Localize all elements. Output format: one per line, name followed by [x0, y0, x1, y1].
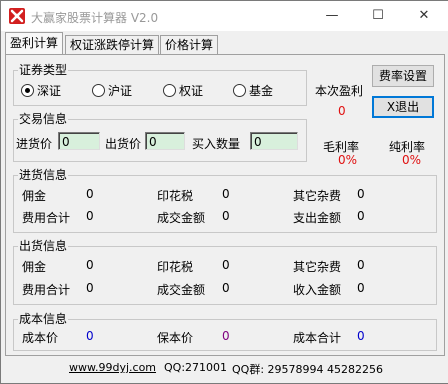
- maximize-icon[interactable]: ☐: [355, 1, 401, 31]
- radio-shanghai-label: 沪证: [108, 84, 133, 98]
- radio-warrant[interactable]: [163, 84, 176, 97]
- radio-fund[interactable]: [233, 84, 246, 97]
- trade-group: 交易信息 进货价 0 出货价 0 买入数量 0: [13, 112, 307, 162]
- sell-commission-label: 佣金: [22, 260, 47, 274]
- buy-other-fees-value: 0: [357, 187, 365, 201]
- buy-price-input[interactable]: 0: [58, 132, 100, 150]
- buy-info-title: 进货信息: [18, 168, 69, 182]
- profit-label: 本次盈利: [315, 84, 364, 98]
- sell-info-group: 出货信息 佣金 0 印花税 0 其它杂费 0 费用合计 0 成交金额 0 收入金…: [13, 239, 437, 305]
- minimize-icon[interactable]: —: [309, 1, 355, 31]
- app-window: 大赢家股票计算器 V2.0 — ☐ ✕ 盈利计算 权证涨跌停计算 价格计算 证券…: [0, 0, 448, 384]
- securities-group-title: 证券类型: [18, 63, 69, 77]
- buy-info-group: 进货信息 佣金 0 印花税 0 其它杂费 0 费用合计 0 成交金额 0 支出金…: [13, 168, 437, 233]
- buy-stamp-value: 0: [222, 187, 230, 201]
- qq-group-numbers: QQ群: 29578994 45282256: [232, 363, 383, 376]
- fee-settings-button[interactable]: 费率设置: [372, 65, 434, 87]
- sell-fee-total-label: 费用合计: [22, 283, 71, 297]
- buy-price-label: 进货价: [16, 137, 53, 151]
- sell-price-label: 出货价: [105, 137, 142, 151]
- buy-deal-amount-value: 0: [222, 209, 230, 223]
- buy-fee-total-value: 0: [86, 209, 94, 223]
- sell-fee-total-value: 0: [86, 281, 94, 295]
- cost-price-label: 成本价: [22, 331, 59, 345]
- radio-fund-label: 基金: [249, 84, 274, 98]
- tab-price-calc[interactable]: 价格计算: [160, 35, 219, 54]
- gross-margin-value: 0%: [338, 153, 358, 167]
- sell-info-title: 出货信息: [18, 239, 69, 253]
- radio-shenzhen[interactable]: [21, 84, 34, 97]
- sell-commission-value: 0: [86, 258, 94, 272]
- exit-button[interactable]: X退出: [372, 96, 434, 118]
- trade-group-title: 交易信息: [18, 112, 69, 126]
- sell-deal-amount-value: 0: [222, 281, 230, 295]
- app-logo-icon: [9, 8, 25, 24]
- buy-stamp-label: 印花税: [157, 189, 194, 203]
- breakeven-price-value: 0: [222, 329, 230, 343]
- radio-warrant-label: 权证: [179, 84, 204, 98]
- cost-total-value: 0: [357, 329, 365, 343]
- radio-shanghai[interactable]: [92, 84, 105, 97]
- buy-commission-label: 佣金: [22, 189, 47, 203]
- securities-group: 证券类型 深证 沪证 权证 基金: [13, 63, 307, 106]
- sell-stamp-label: 印花税: [157, 260, 194, 274]
- quantity-input[interactable]: 0: [250, 132, 298, 150]
- website-link[interactable]: www.99dyj.com: [69, 361, 156, 374]
- sell-price-input[interactable]: 0: [145, 132, 185, 150]
- radio-shenzhen-label: 深证: [37, 84, 62, 98]
- buy-fee-total-label: 费用合计: [22, 211, 71, 225]
- profit-value: 0: [338, 104, 346, 118]
- buy-pay-amount-label: 支出金额: [293, 211, 342, 225]
- buy-other-fees-label: 其它杂费: [293, 189, 342, 203]
- window-title: 大赢家股票计算器 V2.0: [31, 11, 159, 25]
- close-icon[interactable]: ✕: [401, 1, 447, 31]
- title-bar[interactable]: 大赢家股票计算器 V2.0 — ☐ ✕: [1, 1, 448, 31]
- tab-warrant-limit-calc[interactable]: 权证涨跌停计算: [65, 35, 160, 54]
- sell-other-fees-label: 其它杂费: [293, 260, 342, 274]
- cost-info-title: 成本信息: [18, 312, 69, 326]
- buy-deal-amount-label: 成交金额: [157, 211, 206, 225]
- buy-pay-amount-value: 0: [357, 209, 365, 223]
- cost-price-value: 0: [86, 329, 94, 343]
- sell-deal-amount-label: 成交金额: [157, 283, 206, 297]
- cost-total-label: 成本合计: [293, 331, 342, 345]
- sell-stamp-value: 0: [222, 258, 230, 272]
- net-margin-value: 0%: [402, 153, 422, 167]
- tab-profit-calc[interactable]: 盈利计算: [5, 32, 64, 54]
- sell-income-amount-value: 0: [357, 281, 365, 295]
- breakeven-price-label: 保本价: [157, 331, 194, 345]
- sell-other-fees-value: 0: [357, 258, 365, 272]
- sell-income-amount-label: 收入金额: [293, 283, 342, 297]
- cost-info-group: 成本信息 成本价 0 保本价 0 成本合计 0: [13, 312, 437, 351]
- tab-panel-profit: 证券类型 深证 沪证 权证 基金 交易信息 进货价 0 出货价 0 买入数量 0…: [5, 54, 445, 356]
- quantity-label: 买入数量: [192, 137, 241, 151]
- qq-number: QQ:271001: [164, 361, 228, 374]
- buy-commission-value: 0: [86, 187, 94, 201]
